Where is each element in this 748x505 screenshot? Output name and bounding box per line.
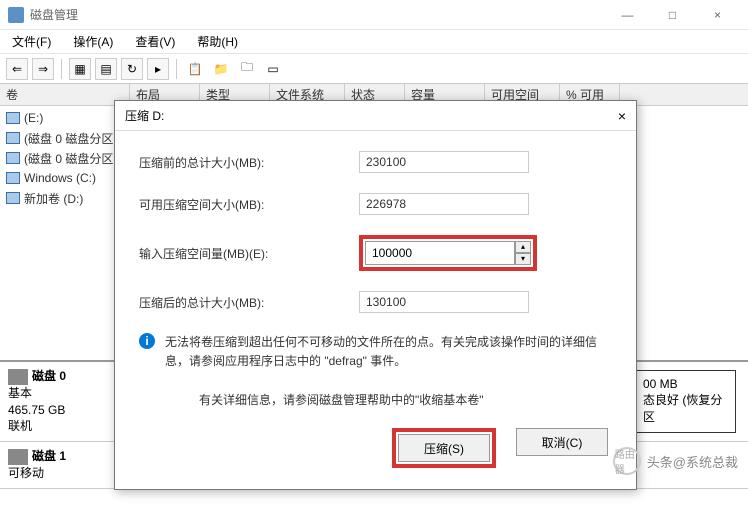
disk1-type: 可移动 bbox=[8, 465, 111, 482]
title-bar: 磁盘管理 — □ × bbox=[0, 0, 748, 30]
spin-down-button[interactable]: ▾ bbox=[515, 253, 531, 265]
close-button[interactable]: × bbox=[695, 0, 740, 30]
disk1-name: 磁盘 1 bbox=[32, 449, 66, 463]
value-available-space: 226978 bbox=[359, 193, 529, 215]
label-total-after: 压缩后的总计大小(MB): bbox=[139, 294, 359, 311]
toolbar-icon-6[interactable]: 📁 bbox=[210, 58, 232, 80]
disk-icon bbox=[8, 369, 28, 385]
cancel-button[interactable]: 取消(C) bbox=[516, 428, 608, 456]
app-icon bbox=[8, 7, 24, 23]
watermark-logo: 路由器 bbox=[613, 447, 641, 475]
disk1-header[interactable]: 磁盘 1 可移动 bbox=[0, 442, 120, 488]
volume-icon bbox=[6, 192, 20, 204]
disk0-header[interactable]: 磁盘 0 基本 465.75 GB 联机 bbox=[0, 362, 120, 441]
info-row: i 无法将卷压缩到超出任何不可移动的文件所在的点。有关完成该操作时间的详细信息，… bbox=[139, 333, 612, 371]
value-total-after: 130100 bbox=[359, 291, 529, 313]
info-text: 无法将卷压缩到超出任何不可移动的文件所在的点。有关完成该操作时间的详细信息，请参… bbox=[165, 333, 612, 371]
shrink-amount-spinner: ▴ ▾ bbox=[365, 241, 531, 265]
label-total-before: 压缩前的总计大小(MB): bbox=[139, 154, 359, 171]
refresh-button[interactable]: ↻ bbox=[121, 58, 143, 80]
menu-file[interactable]: 文件(F) bbox=[6, 31, 57, 52]
highlight-box-shrink-button: 压缩(S) bbox=[392, 428, 496, 468]
dialog-close-button[interactable]: × bbox=[596, 108, 626, 124]
toolbar-icon-4[interactable]: ▸ bbox=[147, 58, 169, 80]
menu-view[interactable]: 查看(V) bbox=[129, 31, 181, 52]
value-total-before: 230100 bbox=[359, 151, 529, 173]
volume-name: (磁盘 0 磁盘分区 bbox=[24, 150, 113, 167]
partition-size: 00 MB bbox=[643, 377, 729, 391]
disk0-name: 磁盘 0 bbox=[32, 369, 66, 383]
shrink-dialog: 压缩 D: × 压缩前的总计大小(MB): 230100 可用压缩空间大小(MB… bbox=[114, 100, 637, 490]
menu-help[interactable]: 帮助(H) bbox=[191, 31, 244, 52]
disk0-size: 465.75 GB bbox=[8, 402, 111, 419]
volume-name: (磁盘 0 磁盘分区 bbox=[24, 130, 113, 147]
toolbar-icon-8[interactable]: ▭ bbox=[262, 58, 284, 80]
watermark-text: 头条@系统总裁 bbox=[647, 452, 738, 471]
partition-status: 态良好 (恢复分区 bbox=[643, 391, 729, 425]
toolbar-icon-5[interactable]: 📋 bbox=[184, 58, 206, 80]
toolbar-icon-7[interactable]: 🗀 bbox=[236, 58, 258, 80]
toolbar: ⇐ ⇒ ▦ ▤ ↻ ▸ 📋 📁 🗀 ▭ bbox=[0, 54, 748, 84]
menu-bar: 文件(F) 操作(A) 查看(V) 帮助(H) bbox=[0, 30, 748, 54]
toolbar-icon-2[interactable]: ▤ bbox=[95, 58, 117, 80]
col-volume[interactable]: 卷 bbox=[0, 84, 130, 105]
dialog-titlebar: 压缩 D: × bbox=[115, 101, 636, 131]
volume-icon bbox=[6, 172, 20, 184]
minimize-button[interactable]: — bbox=[605, 0, 650, 30]
volume-icon bbox=[6, 112, 20, 124]
disk0-status: 联机 bbox=[8, 418, 111, 435]
disk0-partition[interactable]: 00 MB 态良好 (恢复分区 bbox=[636, 370, 736, 433]
disk0-type: 基本 bbox=[8, 385, 111, 402]
spin-up-button[interactable]: ▴ bbox=[515, 241, 531, 253]
volume-icon bbox=[6, 152, 20, 164]
disk-icon bbox=[8, 449, 28, 465]
dialog-title: 压缩 D: bbox=[125, 107, 596, 124]
volume-name: (E:) bbox=[24, 111, 43, 125]
window-title: 磁盘管理 bbox=[30, 6, 605, 23]
maximize-button[interactable]: □ bbox=[650, 0, 695, 30]
volume-name: 新加卷 (D:) bbox=[24, 190, 83, 207]
label-shrink-amount: 输入压缩空间量(MB)(E): bbox=[139, 245, 359, 262]
label-available-space: 可用压缩空间大小(MB): bbox=[139, 196, 359, 213]
shrink-amount-input[interactable] bbox=[365, 241, 515, 265]
shrink-button[interactable]: 压缩(S) bbox=[398, 434, 490, 462]
toolbar-icon-1[interactable]: ▦ bbox=[69, 58, 91, 80]
menu-action[interactable]: 操作(A) bbox=[67, 31, 119, 52]
back-button[interactable]: ⇐ bbox=[6, 58, 28, 80]
volume-icon bbox=[6, 132, 20, 144]
forward-button[interactable]: ⇒ bbox=[32, 58, 54, 80]
watermark: 路由器 头条@系统总裁 bbox=[613, 447, 738, 475]
help-text: 有关详细信息，请参阅磁盘管理帮助中的"收缩基本卷" bbox=[199, 391, 612, 408]
info-icon: i bbox=[139, 333, 155, 349]
volume-name: Windows (C:) bbox=[24, 171, 96, 185]
highlight-box-input: ▴ ▾ bbox=[359, 235, 537, 271]
